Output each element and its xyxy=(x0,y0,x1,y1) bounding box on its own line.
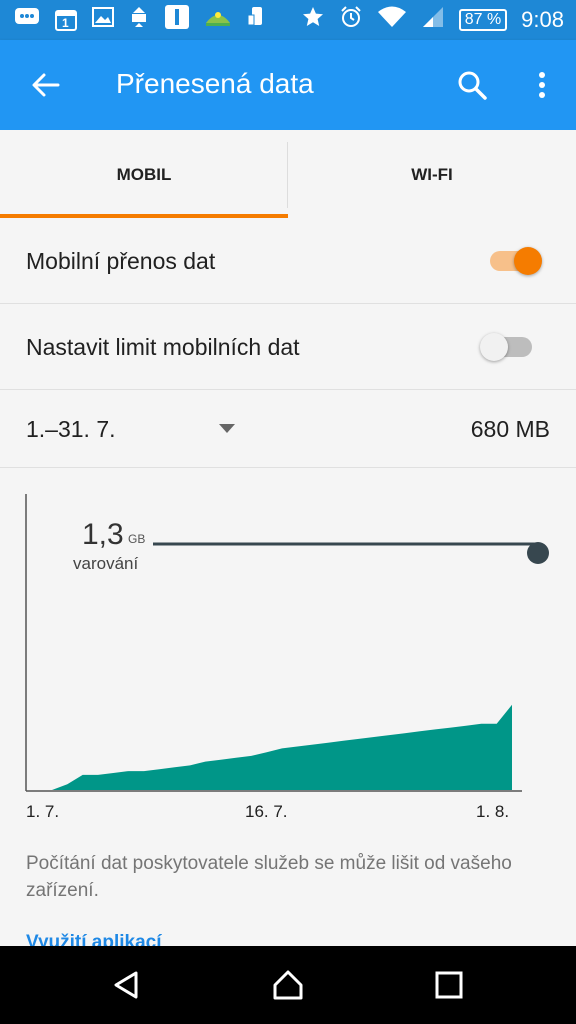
star-icon xyxy=(301,5,325,35)
mobile-data-switch[interactable] xyxy=(490,237,544,285)
usage-area xyxy=(52,704,512,790)
warning-value: 1,3 xyxy=(82,518,124,551)
cycle-row: 1.–31. 7. 680 MB xyxy=(0,390,576,468)
tab-mobile[interactable]: MOBIL xyxy=(0,130,288,220)
x-tick-label: 1. 7. xyxy=(26,802,60,821)
clock: 9:08 xyxy=(521,7,564,32)
signal-icon xyxy=(421,5,445,35)
phone-icon xyxy=(246,5,266,35)
data-limit-row[interactable]: Nastavit limit mobilních dat xyxy=(0,304,576,390)
image-icon xyxy=(92,7,114,33)
more-options-icon[interactable] xyxy=(524,67,560,103)
carrier-note: Počítání dat poskytovatele služeb se můž… xyxy=(26,853,512,901)
data-limit-label: Nastavit limit mobilních dat xyxy=(26,334,300,360)
download-icon xyxy=(128,5,150,35)
x-tick-label: 1. 8. xyxy=(476,802,510,821)
usage-chart: 1,3 GB varování 1. 7. 16. 7. 1. 8. xyxy=(0,470,576,840)
calendar-day: 1 xyxy=(62,16,69,30)
warning-label: varování xyxy=(73,554,139,573)
cycle-period-dropdown[interactable]: 1.–31. 7. xyxy=(26,416,116,443)
status-bar: 1 87 % 9:08 xyxy=(0,0,576,40)
app-bar: Přenesená data xyxy=(0,40,576,130)
app-icon xyxy=(164,4,190,36)
cycle-usage-value: 680 MB xyxy=(470,416,550,442)
recents-icon[interactable] xyxy=(432,968,466,1002)
tab-wifi[interactable]: WI-FI xyxy=(288,130,576,220)
notification-icons: 1 xyxy=(14,4,266,36)
back-icon[interactable] xyxy=(110,968,144,1002)
dropdown-caret-icon[interactable] xyxy=(219,424,235,433)
landscape-icon xyxy=(204,7,232,33)
alarm-icon xyxy=(339,5,363,35)
wifi-icon xyxy=(377,5,407,35)
switch-thumb xyxy=(514,247,542,275)
calendar-icon: 1 xyxy=(54,8,78,32)
warning-handle[interactable] xyxy=(527,542,549,564)
tab-bar: MOBIL WI-FI xyxy=(0,130,576,220)
mobile-data-label: Mobilní přenos dat xyxy=(26,248,216,274)
mobile-data-row[interactable]: Mobilní přenos dat xyxy=(0,218,576,304)
navigation-bar xyxy=(0,946,576,1024)
data-limit-switch[interactable] xyxy=(480,323,534,371)
warning-unit: GB xyxy=(128,532,146,546)
page-title: Přenesená data xyxy=(116,68,314,99)
app-usage-link[interactable]: Využití aplikací xyxy=(26,932,162,947)
back-arrow-icon[interactable] xyxy=(28,67,64,103)
x-tick-label: 16. 7. xyxy=(245,802,288,821)
system-icons: 87 % 9:08 xyxy=(301,6,564,34)
switch-thumb xyxy=(480,333,508,361)
battery-indicator: 87 % xyxy=(458,9,508,31)
home-icon[interactable] xyxy=(271,968,305,1002)
message-icon xyxy=(14,6,40,34)
search-icon[interactable] xyxy=(454,67,490,103)
